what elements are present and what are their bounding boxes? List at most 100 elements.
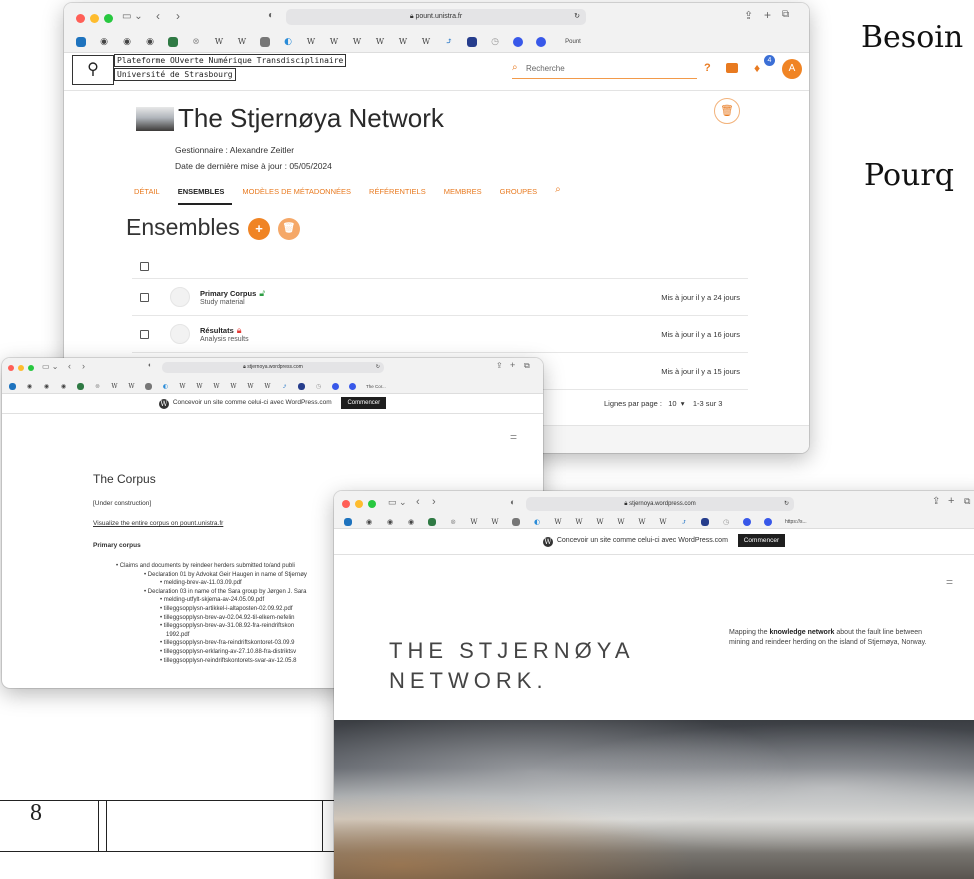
bookmark-icon[interactable]: ◉ [99, 37, 109, 47]
tab-metadata-models[interactable]: MODÈLES DE MÉTADONNÉES [242, 183, 359, 205]
avatar[interactable]: A [782, 59, 802, 79]
bookmark-icon[interactable]: ◷ [315, 383, 322, 390]
bookmark-icon[interactable] [298, 382, 305, 390]
ensemble-name[interactable]: Primary Corpus 🔓︎ [200, 288, 265, 299]
bookmark-icon[interactable] [513, 37, 523, 47]
bookmark-icon[interactable]: ◐ [283, 37, 293, 47]
privacy-shield-icon[interactable]: ◐ [148, 362, 152, 369]
get-started-button[interactable]: Commencer [341, 397, 387, 409]
screen-icon[interactable] [726, 63, 738, 73]
bookmark-icon[interactable] [764, 518, 772, 526]
delete-ensemble-button[interactable]: 🗑︎ [278, 218, 300, 240]
sidebar-toggle-icon[interactable]: ▭ ⌄ [388, 497, 407, 508]
bookmark-icon[interactable] [332, 382, 339, 390]
wikipedia-icon[interactable]: W [230, 383, 237, 390]
minimize-window-button[interactable] [90, 14, 99, 23]
tab-membres[interactable]: MEMBRES [444, 183, 490, 205]
share-icon[interactable]: ⇪ [496, 361, 503, 370]
forward-icon[interactable]: › [432, 496, 436, 508]
bookmark-icon[interactable] [77, 382, 84, 390]
wikipedia-icon[interactable]: W [237, 37, 247, 47]
bookmark-icon[interactable]: ◷ [722, 518, 730, 526]
bookmark-icon[interactable] [467, 37, 477, 47]
wikipedia-icon[interactable]: W [128, 383, 135, 390]
wikipedia-icon[interactable]: W [617, 518, 625, 526]
bookmark-icon[interactable] [344, 518, 352, 526]
bookmark-the-corpus[interactable]: The Cor... [366, 383, 402, 390]
bookmark-icon[interactable] [743, 518, 751, 526]
search-icon[interactable]: ⌕ [555, 183, 569, 205]
wikipedia-icon[interactable]: W [306, 37, 316, 47]
bookmark-icon[interactable]: ◉ [60, 383, 67, 390]
bookmark-icon[interactable]: ⊗ [191, 37, 201, 47]
wikipedia-icon[interactable]: W [329, 37, 339, 47]
new-tab-icon[interactable]: + [510, 360, 515, 370]
minimize-window-button[interactable] [355, 500, 363, 508]
table-row[interactable]: Primary Corpus 🔓︎ Study material Mis à jo… [132, 279, 748, 316]
bookmark-icon[interactable]: ⊗ [94, 383, 101, 390]
forward-icon[interactable]: › [82, 361, 85, 371]
row-checkbox[interactable] [140, 330, 149, 339]
bookmark-icon[interactable]: ◉ [145, 37, 155, 47]
tab-overview-icon[interactable]: ⧉ [964, 496, 970, 507]
trash-icon[interactable]: 🗑︎ [714, 98, 740, 124]
wikipedia-icon[interactable]: W [375, 37, 385, 47]
privacy-shield-icon[interactable]: ◐ [268, 10, 274, 21]
wikipedia-icon[interactable]: W [247, 383, 254, 390]
wikipedia-icon[interactable]: W [111, 383, 118, 390]
reload-icon[interactable]: ↻ [376, 362, 380, 373]
bookmark-icon[interactable]: ◉ [43, 383, 50, 390]
bookmark-icon[interactable] [349, 382, 356, 390]
wikipedia-icon[interactable]: W [179, 383, 186, 390]
tab-ensembles[interactable]: ENSEMBLES [177, 183, 233, 205]
reload-icon[interactable]: ↻ [574, 9, 580, 25]
bookmark-stjernoya[interactable]: https://s... [785, 518, 825, 526]
new-tab-icon[interactable]: + [764, 8, 771, 22]
bookmark-icon[interactable] [9, 382, 16, 390]
bookmark-icon[interactable] [428, 518, 436, 526]
wikipedia-icon[interactable]: W [264, 383, 271, 390]
bookmark-icon[interactable] [512, 518, 520, 526]
bookmark-icon[interactable] [76, 37, 86, 47]
menu-icon[interactable]: = [946, 575, 953, 589]
select-all-checkbox[interactable] [140, 262, 149, 271]
tab-overview-icon[interactable]: ⧉ [782, 9, 789, 20]
address-bar[interactable]: 🔒︎ stjernoya.wordpress.com ↻ [162, 362, 384, 373]
wikipedia-icon[interactable]: W [638, 518, 646, 526]
bookmark-icon[interactable] [168, 37, 178, 47]
close-window-button[interactable] [342, 500, 350, 508]
bookmark-icon[interactable]: ◉ [26, 383, 33, 390]
wikipedia-icon[interactable]: W [470, 518, 478, 526]
menu-icon[interactable]: = [510, 430, 517, 444]
wikipedia-icon[interactable]: W [213, 383, 220, 390]
bookmark-icon[interactable]: ◐ [533, 518, 541, 526]
wikipedia-icon[interactable]: W [491, 518, 499, 526]
bookmark-icon[interactable]: ◉ [386, 518, 394, 526]
close-window-button[interactable] [8, 365, 14, 371]
row-checkbox[interactable] [140, 293, 149, 302]
bookmark-icon[interactable] [260, 37, 270, 47]
platform-logo-icon[interactable]: ⚲ [72, 55, 114, 85]
back-icon[interactable]: ‹ [416, 496, 420, 508]
tab-overview-icon[interactable]: ⧉ [524, 361, 530, 371]
share-icon[interactable]: ⇪ [744, 9, 753, 22]
add-ensemble-button[interactable]: + [248, 218, 270, 240]
share-icon[interactable]: ⇪ [932, 496, 940, 507]
bookmark-icon[interactable]: ◉ [407, 518, 415, 526]
get-started-button[interactable]: Commencer [737, 534, 786, 547]
table-row[interactable]: Résultats 🔒︎ Analysis results Mis à jour … [132, 316, 748, 353]
new-tab-icon[interactable]: + [948, 495, 954, 507]
tab-detail[interactable]: DÉTAIL [134, 183, 168, 205]
reload-icon[interactable]: ↻ [784, 497, 789, 511]
sidebar-toggle-icon[interactable]: ▭ ⌄ [122, 11, 143, 22]
wikipedia-icon[interactable]: W [196, 383, 203, 390]
bookmark-icon[interactable]: ◉ [122, 37, 132, 47]
minimize-window-button[interactable] [18, 365, 24, 371]
chevron-down-icon[interactable]: ▾ [681, 399, 685, 408]
bookmark-pount[interactable]: Pount [559, 37, 587, 47]
bookmark-icon[interactable]: ⤴ [680, 518, 688, 526]
bookmark-icon[interactable]: ⤴ [444, 37, 454, 47]
zoom-window-button[interactable] [28, 365, 34, 371]
tab-referentiels[interactable]: RÉFÉRENTIELS [369, 183, 434, 205]
back-icon[interactable]: ‹ [68, 361, 71, 371]
